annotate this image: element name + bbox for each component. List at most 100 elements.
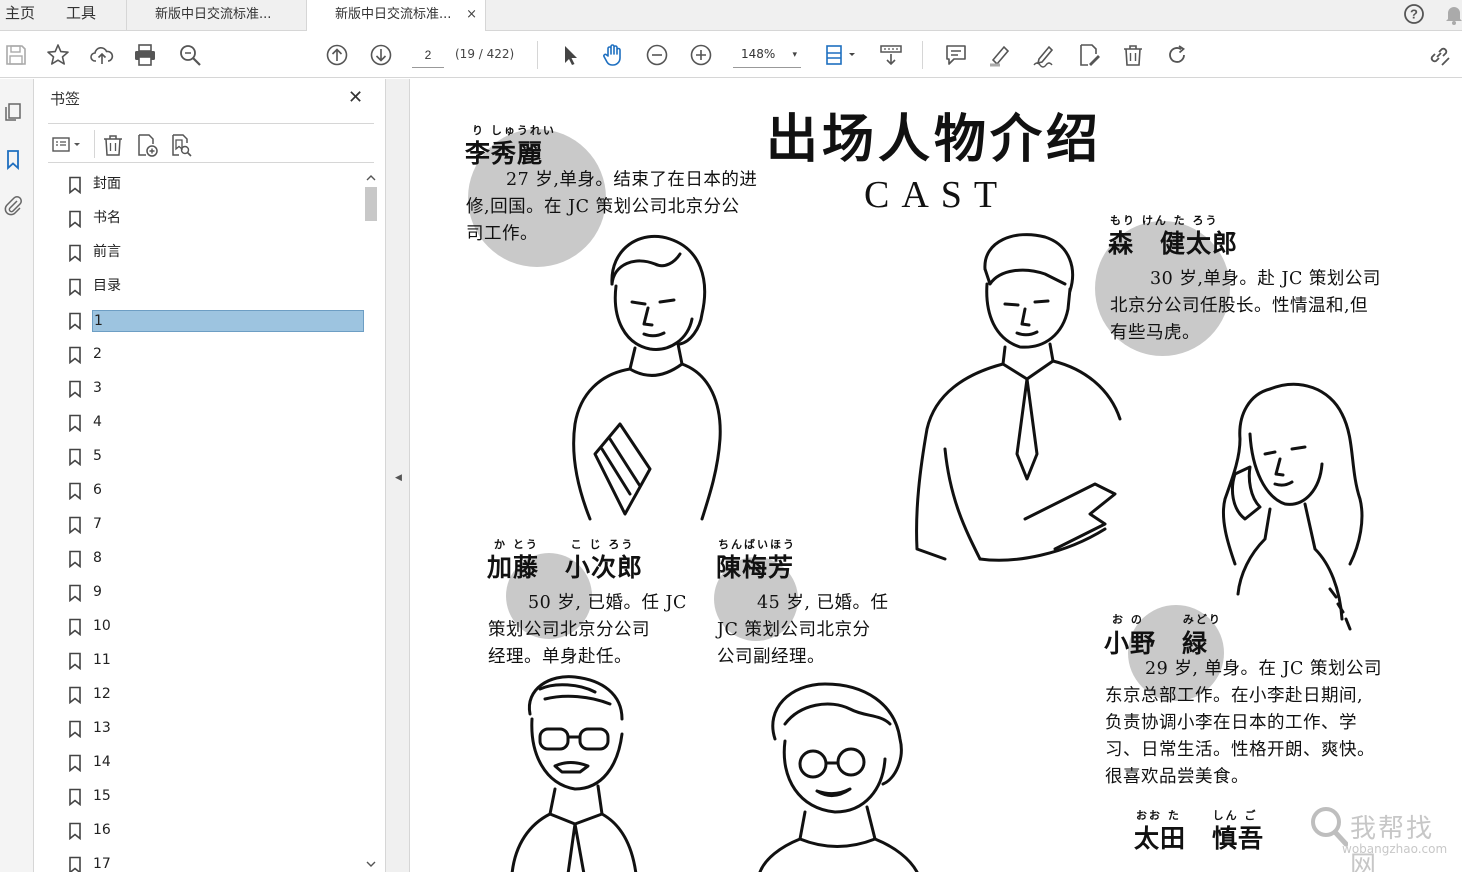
find-bookmark-icon[interactable] [168,132,194,158]
print-icon[interactable] [132,42,158,68]
share-link-icon[interactable] [1426,42,1452,68]
bookmark-label: 17 [93,856,111,872]
bookmark-item[interactable]: 15 [48,781,364,811]
bookmark-item[interactable]: 5 [48,441,364,471]
bookmark-toolbar [48,123,374,163]
scroll-down-icon[interactable] [364,857,378,871]
description-line: 北京分公司任股长。性情温和,但 [1110,296,1369,316]
close-tab-icon[interactable]: × [466,0,477,29]
comment-icon[interactable] [943,42,969,68]
panel-splitter[interactable]: ◀ [386,79,410,872]
document-page: 出场人物介绍 CAST り しゅうれい 李秀麗 27 岁,单身。结束了在日本的进… [410,79,1462,872]
save-icon[interactable] [3,42,29,68]
toolbar-divider [922,41,923,69]
bookmark-item[interactable]: 16 [48,815,364,845]
sign-pen-icon[interactable] [1031,42,1057,68]
page-number-input[interactable] [412,42,444,68]
bookmark-item[interactable]: 封面 [48,169,364,199]
bookmark-item[interactable]: 4 [48,407,364,437]
cloud-upload-icon[interactable] [89,42,115,68]
bookmark-icon [69,686,81,704]
bookmark-item[interactable]: 17 [48,849,364,872]
bookmark-icon [69,550,81,568]
bookmark-icon [69,414,81,432]
hand-tool-icon[interactable] [600,42,626,68]
bookmarks-panel-icon[interactable] [2,148,24,171]
description-line: 习、日常生活。性格开朗、爽快。 [1105,740,1375,760]
home-tab[interactable]: 主页 [5,0,35,31]
new-bookmark-icon[interactable] [134,132,160,158]
bookmark-item[interactable]: 8 [48,543,364,573]
bookmark-icon [69,516,81,534]
description-line: 27 岁,单身。结束了在日本的进 [506,170,758,190]
zoom-in-icon[interactable] [688,42,714,68]
document-tab-1[interactable]: 新版中日交流标准... [126,0,306,31]
scroll-mode-icon[interactable] [878,42,904,68]
bookmark-item[interactable]: 7 [48,509,364,539]
bookmark-icon [69,618,81,636]
document-tab-2[interactable]: 新版中日交流标准... × [306,0,486,32]
description-line: 经理。单身赴任。 [488,647,632,667]
description-line: JC 策划公司北京分 [717,620,871,640]
bookmark-item[interactable]: 9 [48,577,364,607]
page-fit-icon[interactable] [823,42,859,68]
zoom-out-icon[interactable] [644,42,670,68]
character-description: 45 岁, 已婚。任 JC 策划公司北京分 公司副经理。 [717,590,888,671]
bookmark-label: 1 [92,310,364,332]
bookmark-label: 目录 [93,278,121,294]
close-panel-icon[interactable]: ✕ [348,87,363,108]
bookmark-options-icon[interactable] [50,132,86,158]
page-thumbnails-icon[interactable] [2,101,24,123]
bookmark-item[interactable]: 前言 [48,237,364,267]
bookmark-label: 书名 [93,210,121,226]
collapse-panel-icon[interactable]: ◀ [395,473,402,483]
description-line: 修,回国。在 JC 策划公司北京分公 [466,197,740,217]
bookmark-item[interactable]: 书名 [48,203,364,233]
bookmark-item[interactable]: 2 [48,339,364,369]
select-cursor-icon[interactable] [557,42,583,68]
next-page-icon[interactable] [368,42,394,68]
attachments-paperclip-icon[interactable] [2,194,24,216]
bookmark-label: 16 [93,822,111,838]
illustration-man-in-tie [915,233,1122,562]
bookmark-icon [69,380,81,398]
bookmark-icon [69,482,81,500]
bookmark-item[interactable]: 14 [48,747,364,777]
scrollbar-thumb[interactable] [365,187,377,221]
zoom-level-select[interactable]: 148% ▾ [733,42,801,68]
bookmark-icon [69,822,81,840]
character-name: 小野 緑 [1104,629,1209,658]
bookmark-item[interactable]: 1 [48,305,364,335]
bookmark-item[interactable]: 3 [48,373,364,403]
bookmark-item[interactable]: 6 [48,475,364,505]
illustration-woman-with-books [572,234,722,521]
character-name: 加藤 小次郎 [487,553,644,582]
bookmarks-panel: 书签 ✕ 封面 书名 前言 目录 1 2 3 4 5 6 7 8 9 10 11 12 13 14 15 16 17 [34,79,386,872]
bookmark-item[interactable]: 10 [48,611,364,641]
bookmark-item[interactable]: 12 [48,679,364,709]
rotate-icon[interactable] [1164,42,1190,68]
bookmark-item[interactable]: 11 [48,645,364,675]
bookmark-label: 5 [93,448,102,464]
notification-bell-icon[interactable] [1442,2,1462,26]
star-icon[interactable] [45,42,71,68]
bookmark-icon [69,720,81,738]
toolbar: (19 / 422) 148% ▾ [0,31,1462,78]
help-icon[interactable]: ? [1402,2,1426,26]
chevron-down-icon: ▾ [792,50,797,60]
bookmark-item[interactable]: 目录 [48,271,364,301]
scroll-up-icon[interactable] [364,171,378,185]
description-line: 30 岁,单身。赴 JC 策划公司 [1150,269,1381,289]
character-name: 李秀麗 [465,139,544,168]
toolbar-divider [537,41,538,69]
highlight-pen-icon[interactable] [987,42,1013,68]
description-line: 29 岁, 单身。在 JC 策划公司 [1145,659,1382,679]
trash-icon[interactable] [1120,42,1146,68]
search-zoom-icon[interactable] [177,42,203,68]
previous-page-icon[interactable] [324,42,350,68]
bookmark-scrollbar[interactable] [364,169,378,872]
delete-bookmark-icon[interactable] [100,132,126,158]
tools-tab[interactable]: 工具 [66,0,96,31]
bookmark-item[interactable]: 13 [48,713,364,743]
stamp-edit-icon[interactable] [1076,42,1102,68]
